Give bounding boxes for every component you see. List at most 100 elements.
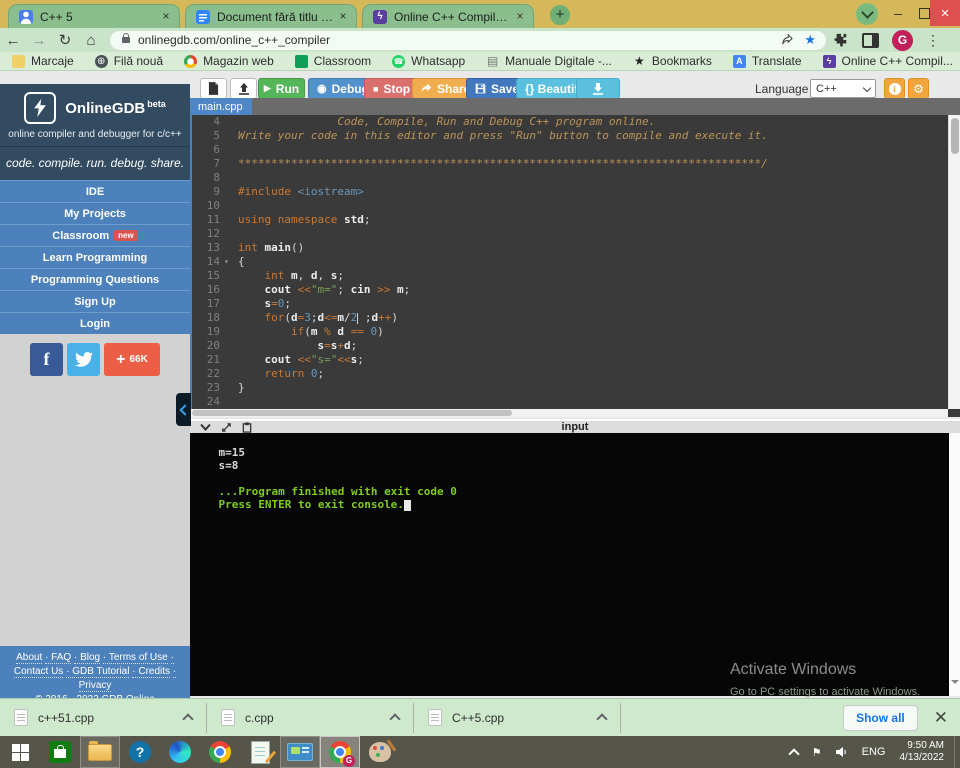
tab-close-icon[interactable]: × [336, 10, 350, 24]
bookmark-star-icon[interactable]: ★ [804, 32, 816, 48]
console-scrollbar[interactable] [949, 433, 960, 696]
footer-link[interactable]: FAQ [45, 652, 71, 664]
taskbar-chrome[interactable] [200, 736, 240, 768]
download-button[interactable] [576, 78, 620, 99]
sidebar-menu-item[interactable]: Sign Up [0, 290, 190, 312]
code-line[interactable]: 22 return 0; [190, 367, 960, 381]
console-output[interactable]: m=15 s=8 ...Program finished with exit c… [190, 433, 960, 696]
code-line[interactable]: 11 using namespace std; [190, 213, 960, 227]
twitter-button[interactable] [67, 343, 100, 376]
downloaded-file-chip[interactable]: c.cpp [207, 703, 414, 733]
browser-tab[interactable]: Document fără titlu - Documente × [185, 4, 357, 28]
settings-button[interactable]: ⚙ [908, 78, 929, 99]
fold-marker-icon[interactable] [224, 171, 232, 185]
fold-marker-icon[interactable] [224, 241, 232, 255]
fold-marker-icon[interactable] [224, 367, 232, 381]
fold-marker-icon[interactable] [224, 311, 232, 325]
taskbar-paint[interactable] [360, 736, 400, 768]
sidebar-menu-item[interactable]: Learn Programming [0, 246, 190, 268]
code-line[interactable]: 6 [190, 143, 960, 157]
reload-button[interactable]: ↻ [52, 31, 78, 49]
bookmark-item[interactable]: Classroom [295, 54, 371, 68]
bookmark-item[interactable]: Magazin web [184, 54, 274, 68]
fold-marker-icon[interactable] [224, 227, 232, 241]
fold-marker-icon[interactable] [224, 115, 232, 129]
bookmark-item[interactable]: ★ Bookmarks [633, 54, 712, 68]
chevron-up-icon[interactable] [389, 713, 400, 724]
code-line[interactable]: 17 s=0; [190, 297, 960, 311]
footer-link[interactable]: Credits [132, 666, 170, 678]
code-line[interactable]: 8 [190, 171, 960, 185]
sidebar-menu-item[interactable]: Classroom new [0, 224, 190, 246]
fold-marker-icon[interactable] [224, 199, 232, 213]
code-line[interactable]: 5 Write your code in this editor and pre… [190, 129, 960, 143]
follow-count-button[interactable]: + 66K [104, 343, 160, 376]
tab-close-icon[interactable]: × [513, 10, 527, 24]
bookmark-item[interactable]: ☎ Whatsapp [392, 54, 465, 68]
facebook-button[interactable]: f [30, 343, 63, 376]
taskbar-file-explorer[interactable] [80, 736, 120, 768]
code-line[interactable]: 13 int main() [190, 241, 960, 255]
fold-marker-icon[interactable] [224, 395, 232, 409]
close-window-button[interactable]: × [930, 0, 960, 26]
chevron-up-icon[interactable] [182, 713, 193, 724]
code-line[interactable]: 19 if(m % d == 0) [190, 325, 960, 339]
taskbar-notepad[interactable] [240, 736, 280, 768]
show-all-button[interactable]: Show all [843, 705, 918, 731]
code-line[interactable]: 23 } [190, 381, 960, 395]
chevron-up-icon[interactable] [596, 713, 607, 724]
input-language[interactable]: ENG [862, 746, 886, 758]
editor-horizontal-scrollbar[interactable] [190, 409, 948, 417]
show-desktop-button[interactable] [954, 736, 960, 768]
stop-button[interactable]: ■Stop [364, 78, 419, 99]
clock[interactable]: 9:50 AM 4/13/2022 [900, 740, 945, 764]
url-text[interactable]: onlinegdb.com/online_c++_compiler [138, 33, 771, 47]
new-tab-button[interactable]: + [550, 5, 570, 25]
fold-marker-icon[interactable] [224, 297, 232, 311]
fold-marker-icon[interactable] [224, 129, 232, 143]
bookmark-item[interactable]: A Translate [733, 54, 802, 68]
info-button[interactable]: i [884, 78, 905, 99]
volume-icon[interactable] [836, 746, 848, 758]
scrollbar-thumb[interactable] [192, 410, 512, 416]
minimize-button[interactable]: – [884, 0, 912, 26]
code-line[interactable]: 15 int m, d, s; [190, 269, 960, 283]
footer-link[interactable]: Blog [74, 652, 100, 664]
bookmark-item[interactable]: ϟ Online C++ Compil... [823, 54, 953, 68]
code-editor[interactable]: 4 Code, Compile, Run and Debug C++ progr… [190, 115, 960, 417]
fold-marker-icon[interactable] [224, 381, 232, 395]
editor-vertical-scrollbar[interactable] [948, 115, 960, 409]
taskbar-chrome-active[interactable]: G [320, 736, 360, 768]
back-button[interactable]: ← [0, 32, 26, 49]
start-button[interactable] [0, 736, 40, 768]
scrollbar-thumb[interactable] [951, 118, 959, 154]
code-line[interactable]: 21 cout <<"s="<<s; [190, 353, 960, 367]
profile-avatar[interactable]: G [892, 30, 913, 51]
code-line[interactable]: 14 ▾ { [190, 255, 960, 269]
bookmark-item[interactable]: ▤ Manuale Digitale -... [486, 54, 612, 68]
tab-search-button[interactable] [856, 3, 878, 25]
bookmark-item[interactable]: Marcaje [12, 54, 74, 68]
sidebar-menu-item[interactable]: Programming Questions [0, 268, 190, 290]
code-line[interactable]: 10 [190, 199, 960, 213]
code-line[interactable]: 20 s=s+d; [190, 339, 960, 353]
code-line[interactable]: 24 [190, 395, 960, 409]
language-select[interactable]: C++ [810, 79, 876, 98]
fold-marker-icon[interactable] [224, 283, 232, 297]
fold-marker-icon[interactable] [224, 157, 232, 171]
extensions-puzzle-icon[interactable] [834, 33, 848, 47]
fold-marker-icon[interactable] [224, 269, 232, 283]
sidebar-menu-item[interactable]: IDE [0, 180, 190, 202]
fold-marker-icon[interactable] [224, 353, 232, 367]
side-panel-icon[interactable] [862, 33, 879, 48]
footer-link[interactable]: GDB Tutorial [66, 666, 129, 678]
sidebar-menu-item[interactable]: My Projects [0, 202, 190, 224]
downloaded-file-chip[interactable]: c++51.cpp [0, 703, 207, 733]
fold-marker-icon[interactable] [224, 325, 232, 339]
taskbar-display-settings[interactable] [280, 736, 320, 768]
open-file-button[interactable] [230, 78, 257, 99]
tab-close-icon[interactable]: × [159, 10, 173, 24]
sidebar-collapse-toggle[interactable] [176, 393, 191, 426]
taskbar-store[interactable] [40, 736, 80, 768]
fold-marker-icon[interactable] [224, 185, 232, 199]
